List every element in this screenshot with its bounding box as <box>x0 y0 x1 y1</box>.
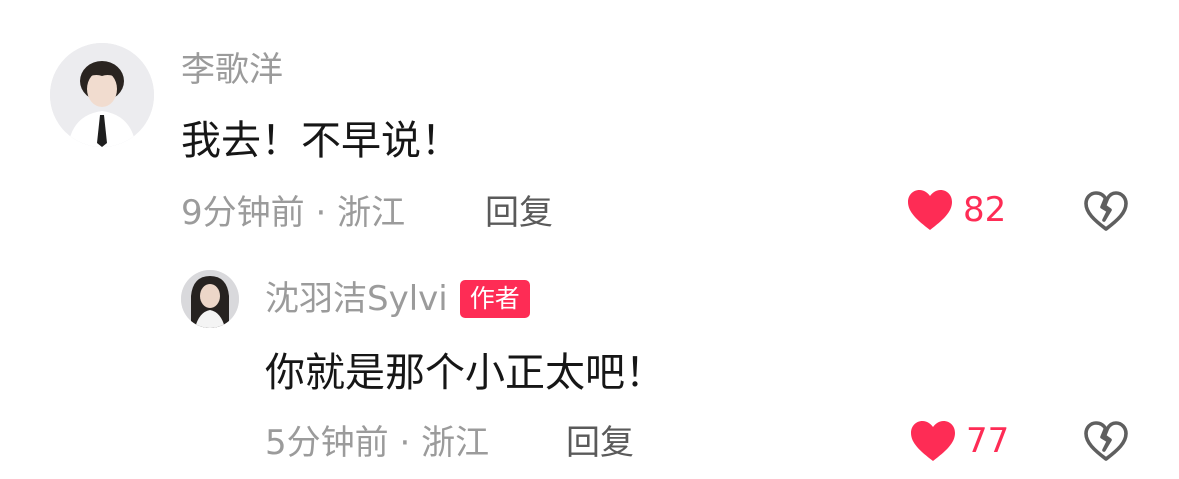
comment-meta: 5分钟前 · 浙江 <box>265 423 489 463</box>
like-count: 82 <box>963 190 1007 230</box>
meta-separator: · <box>399 423 411 463</box>
broken-heart-icon[interactable] <box>1083 190 1129 232</box>
author-badge: 作者 <box>459 280 530 318</box>
timestamp: 5分钟前 <box>265 423 389 463</box>
like-button[interactable]: 77 <box>910 420 1009 462</box>
broken-heart-icon[interactable] <box>1083 420 1129 462</box>
dislike-button[interactable] <box>1083 420 1129 462</box>
meta-separator: · <box>315 193 327 233</box>
timestamp: 9分钟前 <box>181 193 305 233</box>
comment-meta: 9分钟前 · 浙江 <box>181 193 405 233</box>
avatar[interactable] <box>181 270 239 328</box>
like-count: 77 <box>966 421 1010 461</box>
comment-text: 你就是那个小正太吧！ <box>265 350 665 396</box>
like-button[interactable]: 82 <box>907 189 1006 231</box>
heart-icon[interactable] <box>907 189 953 231</box>
heart-icon[interactable] <box>910 420 956 462</box>
username[interactable]: 沈羽洁Sylvi 作者 <box>265 279 530 319</box>
dislike-button[interactable] <box>1083 190 1129 232</box>
comment: 李歌洋 我去！不早说！ 9分钟前 · 浙江 回复 82 <box>0 0 1179 250</box>
location: 浙江 <box>421 423 490 463</box>
reply-button[interactable]: 回复 <box>566 423 634 463</box>
reply-comment: 沈羽洁Sylvi 作者 你就是那个小正太吧！ 5分钟前 · 浙江 回复 77 <box>0 250 1179 479</box>
location: 浙江 <box>337 193 406 233</box>
username-text[interactable]: 沈羽洁Sylvi <box>265 279 448 319</box>
avatar[interactable] <box>50 43 154 147</box>
username-text[interactable]: 李歌洋 <box>181 50 283 90</box>
username[interactable]: 李歌洋 <box>181 50 283 90</box>
reply-button[interactable]: 回复 <box>485 193 553 233</box>
comment-text: 我去！不早说！ <box>181 118 461 164</box>
